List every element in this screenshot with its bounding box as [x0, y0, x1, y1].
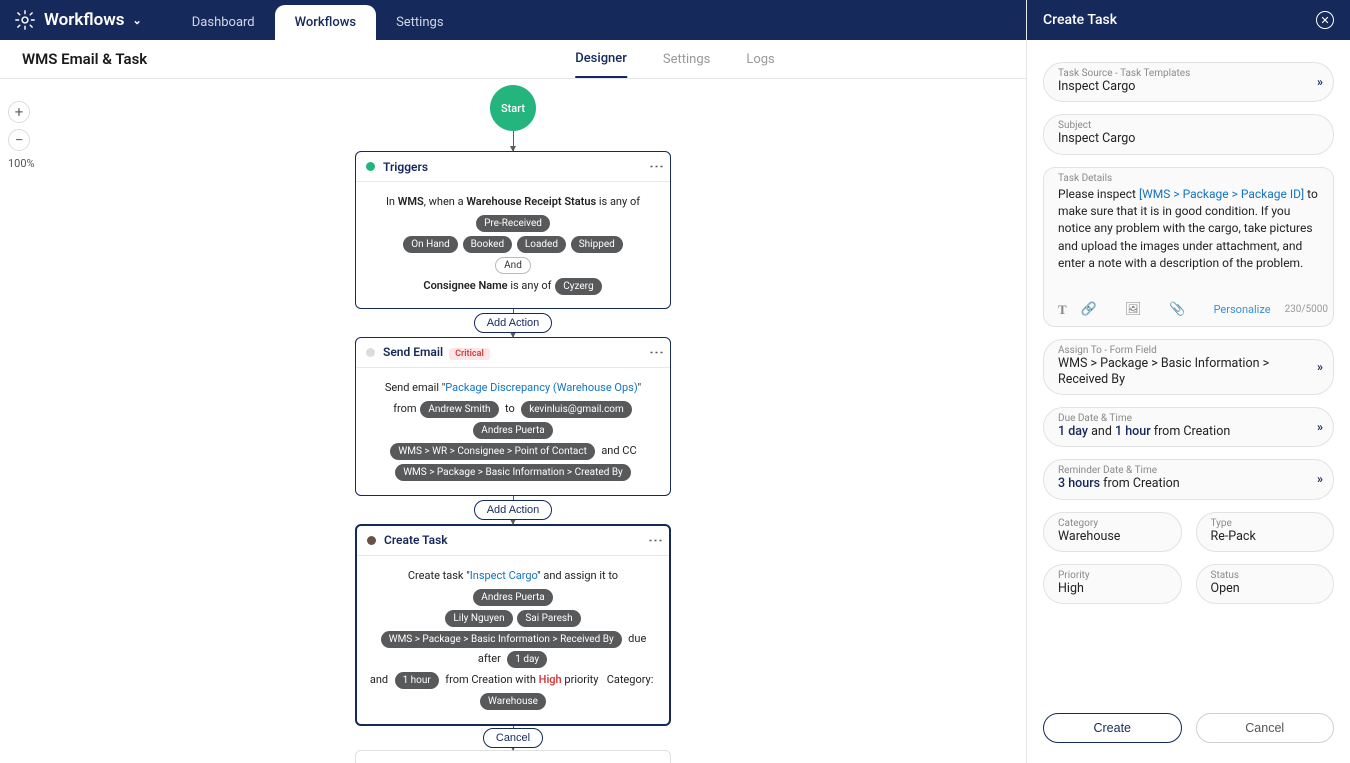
category-field[interactable]: Category Warehouse — [1043, 512, 1182, 552]
cancel-button[interactable]: Cancel — [483, 728, 543, 748]
tag-category: Warehouse — [480, 693, 546, 710]
tag-status: On Hand — [403, 236, 458, 253]
create-task-card[interactable]: Create Task ⋮ Create task "Inspect Cargo… — [355, 524, 671, 726]
flow: Start Triggers ⋮ In WMS, when a Warehous… — [233, 85, 793, 763]
status-field[interactable]: Status Open — [1196, 564, 1335, 604]
card-title: Triggers — [383, 160, 654, 174]
top-nav-tabs: Dashboard Workflows Settings — [172, 0, 464, 40]
status-dot — [367, 536, 376, 545]
task-source-select[interactable]: Task Source - Task Templates Inspect Car… — [1043, 62, 1334, 102]
panel-body: Task Source - Task Templates Inspect Car… — [1027, 40, 1350, 701]
panel-title: Create Task — [1043, 12, 1117, 28]
sub-tabs: Designer Settings Logs — [575, 40, 775, 78]
task-name-link[interactable]: Inspect Cargo — [470, 569, 537, 582]
card-menu-icon[interactable]: ⋮ — [654, 345, 660, 360]
tag-duration: 1 day — [507, 651, 547, 668]
new-action-card[interactable]: New Action — [355, 750, 671, 763]
reminder-select[interactable]: Reminder Date & Time 3 hours from Creati… — [1043, 459, 1334, 499]
tag-status: Shipped — [571, 236, 623, 253]
connector — [513, 131, 514, 151]
assign-to-select[interactable]: Assign To - Form Field WMS > Package > B… — [1043, 339, 1334, 396]
tag-path: WMS > Package > Basic Information > Rece… — [381, 631, 622, 648]
triggers-card[interactable]: Triggers ⋮ In WMS, when a Warehouse Rece… — [355, 151, 671, 309]
card-menu-icon[interactable]: ⋮ — [654, 159, 660, 174]
zoom-out-button[interactable]: − — [8, 129, 30, 151]
page-title: WMS Email & Task — [0, 50, 147, 68]
personalize-link[interactable]: Personalize — [1214, 303, 1271, 316]
tag-path: WMS > WR > Consignee > Point of Contact — [390, 443, 594, 460]
tag-status: Booked — [463, 236, 513, 253]
chevron-down-icon: » — [1317, 75, 1321, 89]
chevron-down-icon: » — [1317, 472, 1321, 486]
text-format-icon[interactable]: T — [1058, 302, 1067, 318]
tag-person: Andres Puerta — [473, 589, 552, 606]
status-dot — [366, 348, 375, 357]
subject-field[interactable]: Subject Inspect Cargo — [1043, 114, 1334, 154]
tag-person: Sai Paresh — [517, 610, 580, 627]
tag-duration: 1 hour — [395, 672, 439, 689]
nav-tab-dashboard[interactable]: Dashboard — [172, 5, 275, 40]
chevron-down-icon: ⌄ — [133, 14, 142, 27]
tag-person: Andrew Smith — [420, 401, 498, 418]
brand-label: Workflows — [44, 10, 125, 30]
tag-person: Lily Nguyen — [445, 610, 512, 627]
canvas[interactable]: + − 100% Start Triggers ⋮ In WMS, when a… — [0, 79, 1026, 763]
cancel-button[interactable]: Cancel — [1196, 713, 1335, 743]
panel-footer: Create Cancel — [1027, 701, 1350, 763]
chevron-down-icon: » — [1317, 420, 1321, 434]
subtab-settings[interactable]: Settings — [663, 41, 710, 77]
image-icon[interactable]: 🖼 — [1125, 302, 1142, 317]
gear-icon — [14, 9, 36, 31]
editor-toolbar: T 🔗 🖼 📎 Personalize 230/5000 — [1058, 302, 1319, 318]
card-body: Create task "Inspect Cargo" and assign i… — [357, 556, 669, 724]
zoom-controls: + − 100% — [8, 101, 35, 170]
panel-header: Create Task ✕ — [1027, 0, 1350, 40]
tag-and: And — [495, 257, 531, 274]
create-button[interactable]: Create — [1043, 713, 1182, 743]
add-action-button[interactable]: Add Action — [474, 313, 553, 333]
zoom-level: 100% — [8, 157, 35, 170]
card-title: Create Task — [384, 533, 653, 547]
status-dot — [366, 162, 375, 171]
nav-tab-settings[interactable]: Settings — [376, 5, 463, 40]
due-date-select[interactable]: Due Date & Time 1 day and 1 hour from Cr… — [1043, 407, 1334, 447]
tag-status: Loaded — [517, 236, 566, 253]
card-header: Triggers ⋮ — [356, 152, 670, 182]
card-header: Create Task ⋮ — [357, 526, 669, 556]
attachment-icon[interactable]: 📎 — [1169, 302, 1185, 317]
tag-person: kevinluis@gmail.com — [521, 401, 632, 418]
brand-menu[interactable]: Workflows ⌄ — [0, 9, 156, 31]
char-counter: 230/5000 — [1285, 304, 1328, 315]
priority-field[interactable]: Priority High — [1043, 564, 1182, 604]
create-task-panel: Create Task ✕ Task Source - Task Templat… — [1026, 0, 1350, 763]
email-subject-link[interactable]: Package Discrepancy (Warehouse Ops) — [445, 381, 637, 394]
card-header: Send EmailCritical ⋮ — [356, 338, 670, 368]
subtab-designer[interactable]: Designer — [575, 40, 627, 78]
nav-tab-workflows[interactable]: Workflows — [275, 5, 376, 40]
tag-person: Andres Puerta — [473, 422, 552, 439]
card-body: Send email "Package Discrepancy (Warehou… — [356, 368, 670, 494]
card-menu-icon[interactable]: ⋮ — [653, 533, 659, 548]
tag-status: Pre-Received — [476, 215, 550, 232]
card-title: Send EmailCritical — [383, 345, 654, 360]
subtab-logs[interactable]: Logs — [746, 41, 774, 77]
zoom-in-button[interactable]: + — [8, 101, 30, 123]
task-details-text: Please inspect [WMS > Package > Package … — [1058, 184, 1319, 292]
link-icon[interactable]: 🔗 — [1081, 302, 1097, 317]
type-field[interactable]: Type Re-Pack — [1196, 512, 1335, 552]
chevron-down-icon: » — [1317, 360, 1321, 374]
tag-path: WMS > Package > Basic Information > Crea… — [395, 464, 631, 481]
task-details-field[interactable]: Task Details Please inspect [WMS > Packa… — [1043, 167, 1334, 327]
start-node[interactable]: Start — [490, 85, 536, 131]
tag-consignee: Cyzerg — [555, 278, 601, 295]
add-action-button[interactable]: Add Action — [474, 500, 553, 520]
critical-badge: Critical — [449, 348, 490, 360]
close-icon[interactable]: ✕ — [1316, 11, 1334, 29]
send-email-card[interactable]: Send EmailCritical ⋮ Send email "Package… — [355, 337, 671, 495]
card-body: In WMS, when a Warehouse Receipt Status … — [356, 182, 670, 308]
